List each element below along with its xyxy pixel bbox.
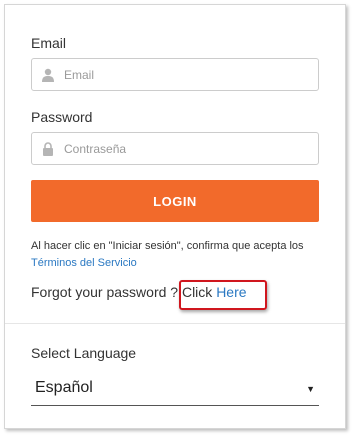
highlight-annotation	[179, 280, 267, 310]
terms-text: Al hacer clic en "Iniciar sesión", confi…	[31, 240, 304, 252]
terms-notice: Al hacer clic en "Iniciar sesión", confi…	[31, 238, 321, 272]
section-divider	[5, 323, 345, 324]
language-select[interactable]: Español ▼	[31, 375, 319, 406]
email-input[interactable]	[64, 59, 304, 90]
password-input[interactable]	[64, 133, 304, 164]
login-card: Email Password LOGIN Al hacer clic en "I…	[4, 4, 346, 429]
language-selected-value: Español	[35, 379, 93, 396]
user-icon	[42, 68, 54, 82]
caret-down-icon: ▼	[306, 384, 315, 394]
language-label: Select Language	[31, 345, 137, 361]
login-button[interactable]: LOGIN	[31, 180, 319, 222]
email-field-wrapper[interactable]	[31, 58, 319, 91]
terms-link[interactable]: Términos del Servicio	[31, 257, 137, 269]
lock-icon	[43, 142, 53, 156]
password-label: Password	[31, 109, 93, 125]
password-field-wrapper[interactable]	[31, 132, 319, 165]
email-label: Email	[31, 35, 67, 51]
